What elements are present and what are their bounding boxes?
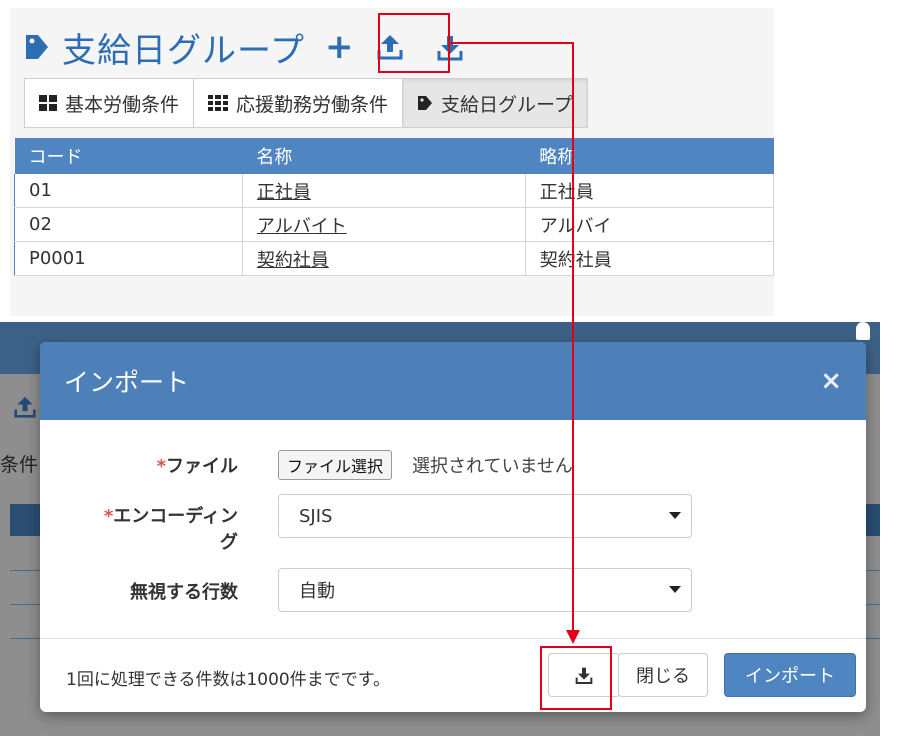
column-header-code[interactable]: コード: [14, 138, 243, 174]
cell-code: 01: [14, 174, 243, 208]
tag-icon: [26, 35, 48, 59]
cell-name: アルバイト: [242, 207, 526, 242]
add-icon[interactable]: +: [325, 30, 354, 64]
upload-icon: [14, 396, 36, 418]
annotation-connector: [450, 42, 574, 44]
annotation-arrow-icon: [566, 630, 580, 644]
encoding-select[interactable]: SJIS: [278, 494, 692, 538]
grid-9-icon: [208, 95, 229, 111]
column-header-name[interactable]: 名称: [242, 138, 526, 174]
annotation-connector: [572, 42, 574, 630]
skip-rows-label: 無視する行数: [130, 582, 238, 603]
file-select-button[interactable]: ファイル選択: [278, 450, 393, 480]
file-label: *ファイル: [156, 456, 238, 477]
grid-4-icon: [39, 95, 57, 111]
column-header-short[interactable]: 略称: [525, 138, 774, 174]
encoding-value: SJIS: [299, 505, 333, 527]
name-link[interactable]: アルバイト: [257, 216, 347, 237]
close-button[interactable]: 閉じる: [618, 653, 708, 697]
close-icon[interactable]: ×: [820, 366, 842, 396]
bell-icon: [856, 322, 870, 340]
cell-name: 契約社員: [242, 241, 526, 276]
tab-label: 応援勤務労働条件: [236, 93, 389, 116]
skip-rows-select[interactable]: 自動: [278, 568, 692, 612]
tab-label: 支給日グループ: [441, 93, 573, 116]
import-limit-note: 1回に処理できる件数は1000件までです。: [66, 670, 391, 690]
cell-name: 正社員: [242, 174, 526, 208]
annotation-download-highlight: [540, 646, 612, 710]
modal-header: インポート ×: [40, 342, 866, 420]
modal-title: インポート: [64, 368, 190, 397]
chevron-down-icon: [669, 512, 681, 519]
tab-label: 基本労働条件: [65, 93, 180, 116]
tab-payday-group[interactable]: 支給日グループ: [403, 78, 588, 128]
chevron-down-icon: [669, 586, 681, 593]
modal-footer: 1回に処理できる件数は1000件までです。 閉じる インポート: [40, 638, 866, 712]
page-title: 支給日グループ: [62, 30, 305, 71]
required-mark: *: [156, 456, 166, 477]
file-status-text: 選択されていません: [412, 456, 573, 477]
table-row[interactable]: 02 アルバイト アルバイ: [14, 207, 775, 242]
cell-code: 02: [14, 207, 243, 242]
name-link[interactable]: 契約社員: [257, 250, 329, 271]
table-row[interactable]: 01 正社員 正社員: [14, 174, 775, 208]
tab-basic-conditions[interactable]: 基本労働条件: [24, 78, 195, 128]
cell-code: P0001: [14, 241, 243, 276]
import-button[interactable]: インポート: [724, 653, 856, 697]
tab-bar: 基本労働条件 応援勤務労働条件 支給日グループ: [24, 78, 588, 128]
skip-rows-value: 自動: [299, 581, 335, 602]
table-row[interactable]: P0001 契約社員 契約社員: [14, 241, 775, 276]
tab-support-conditions[interactable]: 応援勤務労働条件: [194, 78, 404, 128]
cell-short: 正社員: [525, 174, 775, 208]
payday-group-table: コード 名称 略称 01 正社員 正社員 02 アルバイト アルバイ P0001…: [14, 138, 775, 276]
table-header-row: コード 名称 略称: [14, 138, 774, 174]
cell-short: アルバイ: [525, 207, 775, 242]
background-tab-fragment: 条件: [0, 454, 39, 476]
required-mark: *: [103, 506, 114, 527]
encoding-label: *エンコーディング: [103, 506, 238, 553]
annotation-upload-highlight: [378, 13, 450, 73]
tag-icon: [417, 95, 433, 111]
cell-short: 契約社員: [525, 241, 775, 276]
name-link[interactable]: 正社員: [257, 182, 311, 203]
import-modal: インポート × *ファイル ファイル選択 選択されていません *エンコーディング…: [40, 342, 866, 712]
